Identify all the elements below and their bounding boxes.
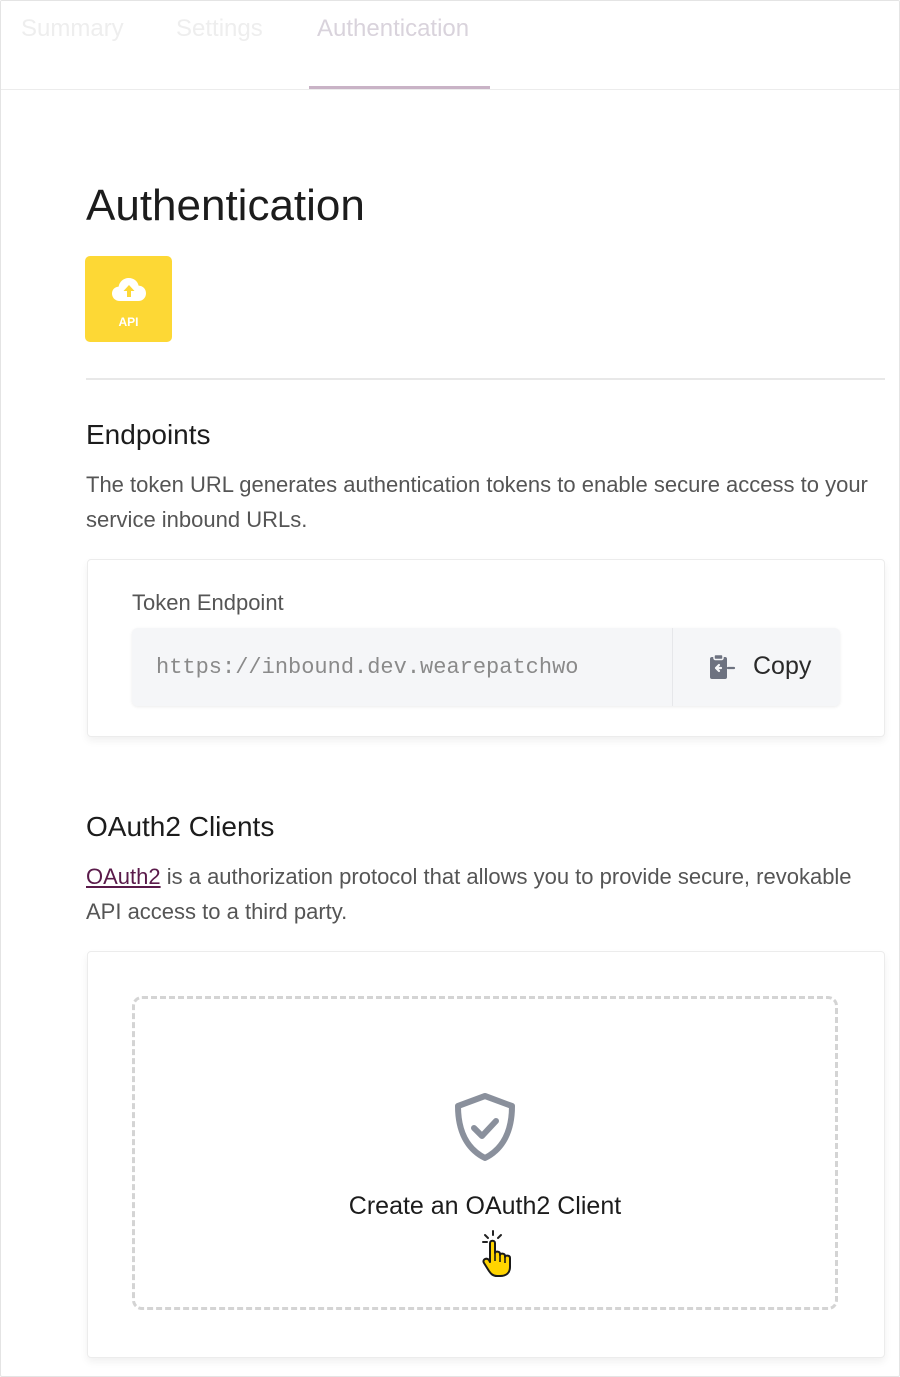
tab-summary[interactable]: Summary <box>21 15 124 49</box>
api-badge-label: API <box>118 315 139 329</box>
api-badge: API <box>85 256 172 342</box>
endpoints-description: The token URL generates authentication t… <box>86 472 868 532</box>
oauth-description-text: is a authorization protocol that allows … <box>86 864 852 924</box>
token-endpoint-group: Copy <box>132 628 840 706</box>
active-tab-indicator <box>309 86 490 89</box>
token-endpoint-input[interactable] <box>132 628 672 706</box>
copy-button-label: Copy <box>753 652 812 680</box>
endpoints-title: Endpoints <box>86 419 211 450</box>
tab-settings[interactable]: Settings <box>176 15 263 49</box>
section-divider <box>86 378 885 380</box>
oauth2-link[interactable]: OAuth2 <box>86 864 161 889</box>
page-title: Authentication <box>86 181 365 230</box>
tab-bar: Summary Settings Authentication <box>1 1 899 90</box>
oauth-title: OAuth2 Clients <box>86 811 275 842</box>
oauth-description: OAuth2 is a authorization protocol that … <box>86 859 876 929</box>
create-oauth-client-label: Create an OAuth2 Client <box>348 1192 622 1220</box>
token-endpoint-label: Token Endpoint <box>132 590 284 615</box>
create-oauth-client-button[interactable]: Create an OAuth2 Client <box>132 996 838 1310</box>
page-frame: Summary Settings Authentication Authenti… <box>0 0 900 1377</box>
tab-authentication[interactable]: Authentication <box>317 15 469 49</box>
cloud-upload-icon <box>112 278 146 301</box>
token-endpoint-card: Token Endpoint Copy <box>87 559 885 737</box>
shield-check-icon <box>455 1093 515 1161</box>
pointer-cursor-icon <box>482 1230 511 1277</box>
clipboard-icon <box>710 653 736 679</box>
copy-button[interactable]: Copy <box>672 628 840 706</box>
oauth-clients-card: Create an OAuth2 Client <box>87 951 885 1358</box>
